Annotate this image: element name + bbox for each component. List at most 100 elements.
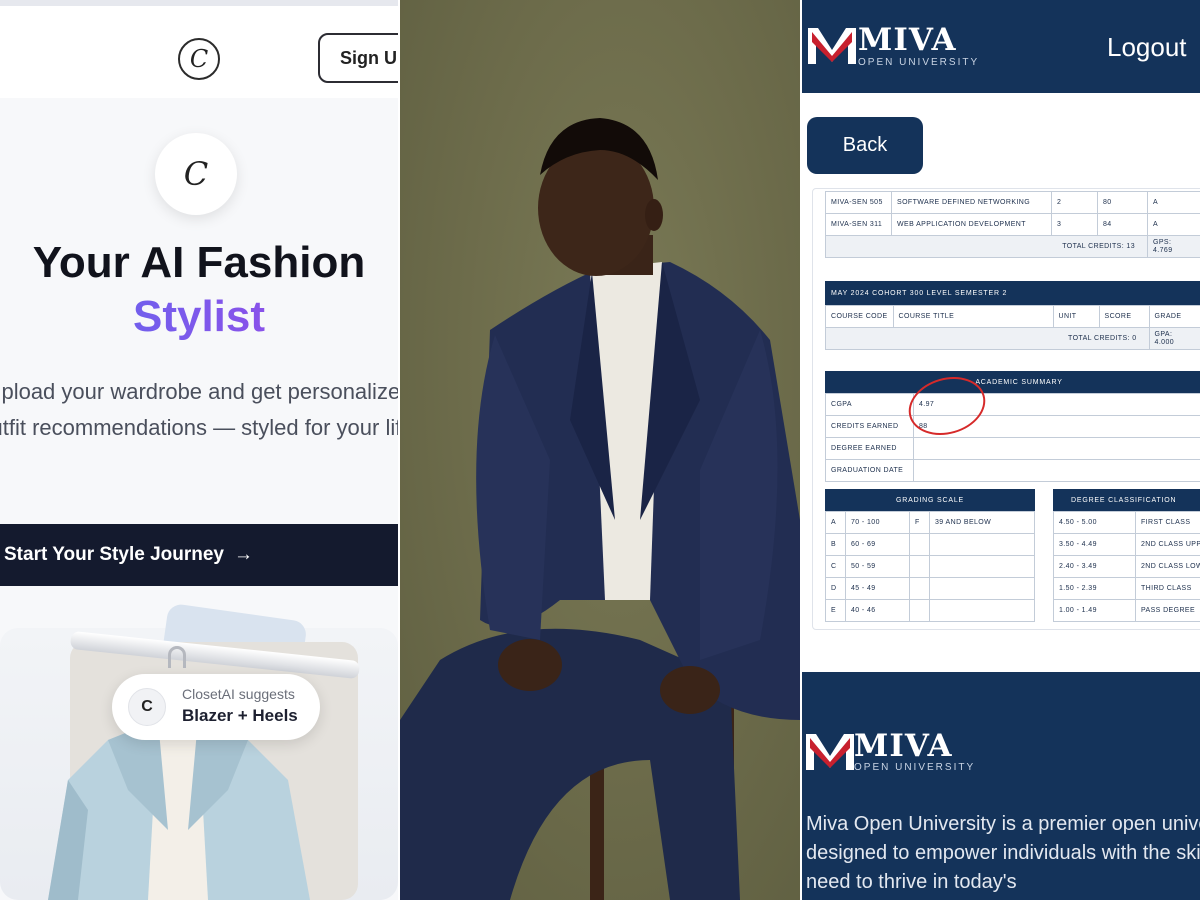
table-row: 4.50 - 5.00 FIRST CLASS — [1053, 511, 1200, 534]
table-row: 1.50 - 2.39 THIRD CLASS — [1053, 577, 1200, 600]
grade-letter: B — [825, 533, 846, 556]
degree-classification-title: DEGREE CLASSIFICATION — [1053, 489, 1200, 511]
degree-range: 1.00 - 1.49 — [1053, 599, 1136, 622]
miva-footer-logo-icon — [806, 734, 854, 770]
grading-scale-title: GRADING SCALE — [825, 489, 1035, 511]
logout-link[interactable]: Logout — [1107, 32, 1187, 63]
table-row: CREDITS EARNED 88 — [825, 415, 1200, 438]
degree-range: 2.40 - 3.49 — [1053, 555, 1136, 578]
miva-header: MIVA OPEN UNIVERSITY Logout — [802, 0, 1200, 93]
grade-range: 70 - 100 — [845, 511, 910, 534]
course-score: 84 — [1097, 213, 1148, 236]
miva-transcript-screen: MIVA OPEN UNIVERSITY Logout Back MIVA-SE… — [802, 0, 1200, 900]
semester-table: COURSE CODE COURSE TITLE UNIT SCORE GRAD… — [825, 305, 1200, 350]
course-title: SOFTWARE DEFINED NETWORKING — [891, 191, 1052, 214]
table-row: GRADUATION DATE — [825, 459, 1200, 482]
column-header: COURSE TITLE — [892, 305, 1054, 328]
grade-letter — [909, 577, 930, 600]
course-grade: A — [1147, 213, 1200, 236]
academic-summary-table: CGPA 4.97 CREDITS EARNED 88 DEGREE EARNED … — [825, 393, 1200, 482]
table-row: 1.00 - 1.49 PASS DEGREE — [1053, 599, 1200, 622]
back-button[interactable]: Back — [807, 117, 923, 174]
arrow-right-icon: → — [233, 544, 253, 565]
suggestion-value: Blazer + Heels — [182, 706, 298, 725]
grade-range — [929, 599, 1035, 622]
table-row: TOTAL CREDITS: 0 GPA: 4.000 — [825, 327, 1200, 350]
transcript-document: MIVA-SEN 505 SOFTWARE DEFINED NETWORKING… — [812, 188, 1200, 630]
total-credits: TOTAL CREDITS: 0 — [825, 327, 1150, 350]
degree-range: 4.50 - 5.00 — [1053, 511, 1136, 534]
blazer-illustration — [48, 720, 310, 900]
photo-collage: C Sign Up C Your AI Fashion Stylist Uplo… — [0, 0, 1200, 900]
table-row: B 60 - 69 — [825, 533, 1035, 556]
summary-label: CGPA — [825, 393, 914, 416]
hero-title: Your AI Fashion Stylist — [0, 236, 398, 344]
summary-label: DEGREE EARNED — [825, 437, 914, 460]
hero-title-line1: Your AI Fashion — [32, 238, 366, 287]
table-row: D 45 - 49 — [825, 577, 1035, 600]
summary-value — [913, 437, 1200, 460]
summary-value — [913, 459, 1200, 482]
grade-letter: C — [825, 555, 846, 578]
table-row: DEGREE EARNED — [825, 437, 1200, 460]
table-row: A 70 - 100 F 39 AND BELOW — [825, 511, 1035, 534]
grade-range — [929, 577, 1035, 600]
table-row: MIVA-SEN 505 SOFTWARE DEFINED NETWORKING… — [825, 191, 1200, 214]
grade-range: 50 - 59 — [845, 555, 910, 578]
seated-man-illustration — [400, 118, 800, 900]
miva-logo-icon — [808, 28, 856, 64]
app-logo-icon[interactable]: C — [178, 38, 220, 80]
miva-subtitle: OPEN UNIVERSITY — [858, 57, 980, 68]
grade-letter — [909, 555, 930, 578]
hero-subtitle: Upload your wardrobe and get personalize… — [0, 379, 398, 440]
suggestion-pill[interactable]: C ClosetAI suggests Blazer + Heels — [112, 674, 320, 740]
gpa-value: GPA: 4.000 — [1148, 327, 1200, 350]
course-code: MIVA-SEN 311 — [825, 213, 892, 236]
column-header: SCORE — [1098, 305, 1150, 328]
grade-letter: E — [825, 599, 846, 622]
cta-label: Start Your Style Journey — [4, 544, 224, 565]
degree-class: 2ND CLASS UPPER — [1135, 533, 1200, 556]
table-row: TOTAL CREDITS: 13 GPS: 4.769 — [825, 235, 1200, 258]
grade-letter: F — [909, 511, 930, 534]
table-row: 2.40 - 3.492ND CLASS LOWER — [1053, 555, 1200, 578]
course-code: MIVA-SEN 505 — [825, 191, 892, 214]
portrait-photo — [400, 0, 800, 900]
course-title: WEB APPLICATION DEVELOPMENT — [891, 213, 1052, 236]
table-row: C 50 - 59 — [825, 555, 1035, 578]
hero-title-accent: Stylist — [0, 290, 398, 344]
hero-logo-icon: C — [155, 133, 237, 215]
course-unit: 2 — [1051, 191, 1098, 214]
gps-value: GPS: 4.769 — [1147, 235, 1200, 258]
grade-letter: A — [825, 511, 846, 534]
column-header: UNIT — [1052, 305, 1100, 328]
grade-range: 60 - 69 — [845, 533, 910, 556]
grade-letter — [909, 533, 930, 556]
degree-class: THIRD CLASS — [1135, 577, 1200, 600]
courses-table: MIVA-SEN 505 SOFTWARE DEFINED NETWORKING… — [825, 191, 1200, 258]
grade-range: 40 - 46 — [845, 599, 910, 622]
semester-title: MAY 2024 COHORT 300 LEVEL SEMESTER 2 — [825, 281, 1200, 305]
degree-class: PASS DEGREE — [1135, 599, 1200, 622]
table-row: E 40 - 46 — [825, 599, 1035, 622]
column-header: GRADE — [1148, 305, 1200, 328]
sign-up-button[interactable]: Sign Up — [318, 33, 398, 83]
fashion-app-screen: C Sign Up C Your AI Fashion Stylist Uplo… — [0, 0, 398, 900]
degree-range: 3.50 - 4.49 — [1053, 533, 1136, 556]
footer-wordmark: MIVA — [854, 728, 953, 764]
total-credits: TOTAL CREDITS: 13 — [825, 235, 1148, 258]
summary-label: CREDITS EARNED — [825, 415, 914, 438]
summary-label: GRADUATION DATE — [825, 459, 914, 482]
course-grade: A — [1147, 191, 1200, 214]
academic-summary-title: ACADEMIC SUMMARY — [825, 371, 1200, 393]
start-journey-button[interactable]: Start Your Style Journey → — [0, 524, 398, 586]
suggestion-label: ClosetAI suggests — [182, 686, 295, 702]
app-header: C Sign Up — [0, 0, 398, 98]
grading-scale-table: A 70 - 100 F 39 AND BELOW B 60 - 69 C 50 - 59… — [825, 511, 1035, 622]
degree-classification-table: 4.50 - 5.00 FIRST CLASS 3.50 - 4.49 2ND CL… — [1053, 511, 1200, 622]
degree-class: 2ND CLASS LOWER — [1135, 555, 1200, 578]
table-header-row: COURSE CODE COURSE TITLE UNIT SCORE GRAD… — [825, 305, 1200, 328]
degree-class: FIRST CLASS — [1135, 511, 1200, 534]
degree-range: 1.50 - 2.39 — [1053, 577, 1136, 600]
hanger-hook-icon — [168, 646, 186, 668]
